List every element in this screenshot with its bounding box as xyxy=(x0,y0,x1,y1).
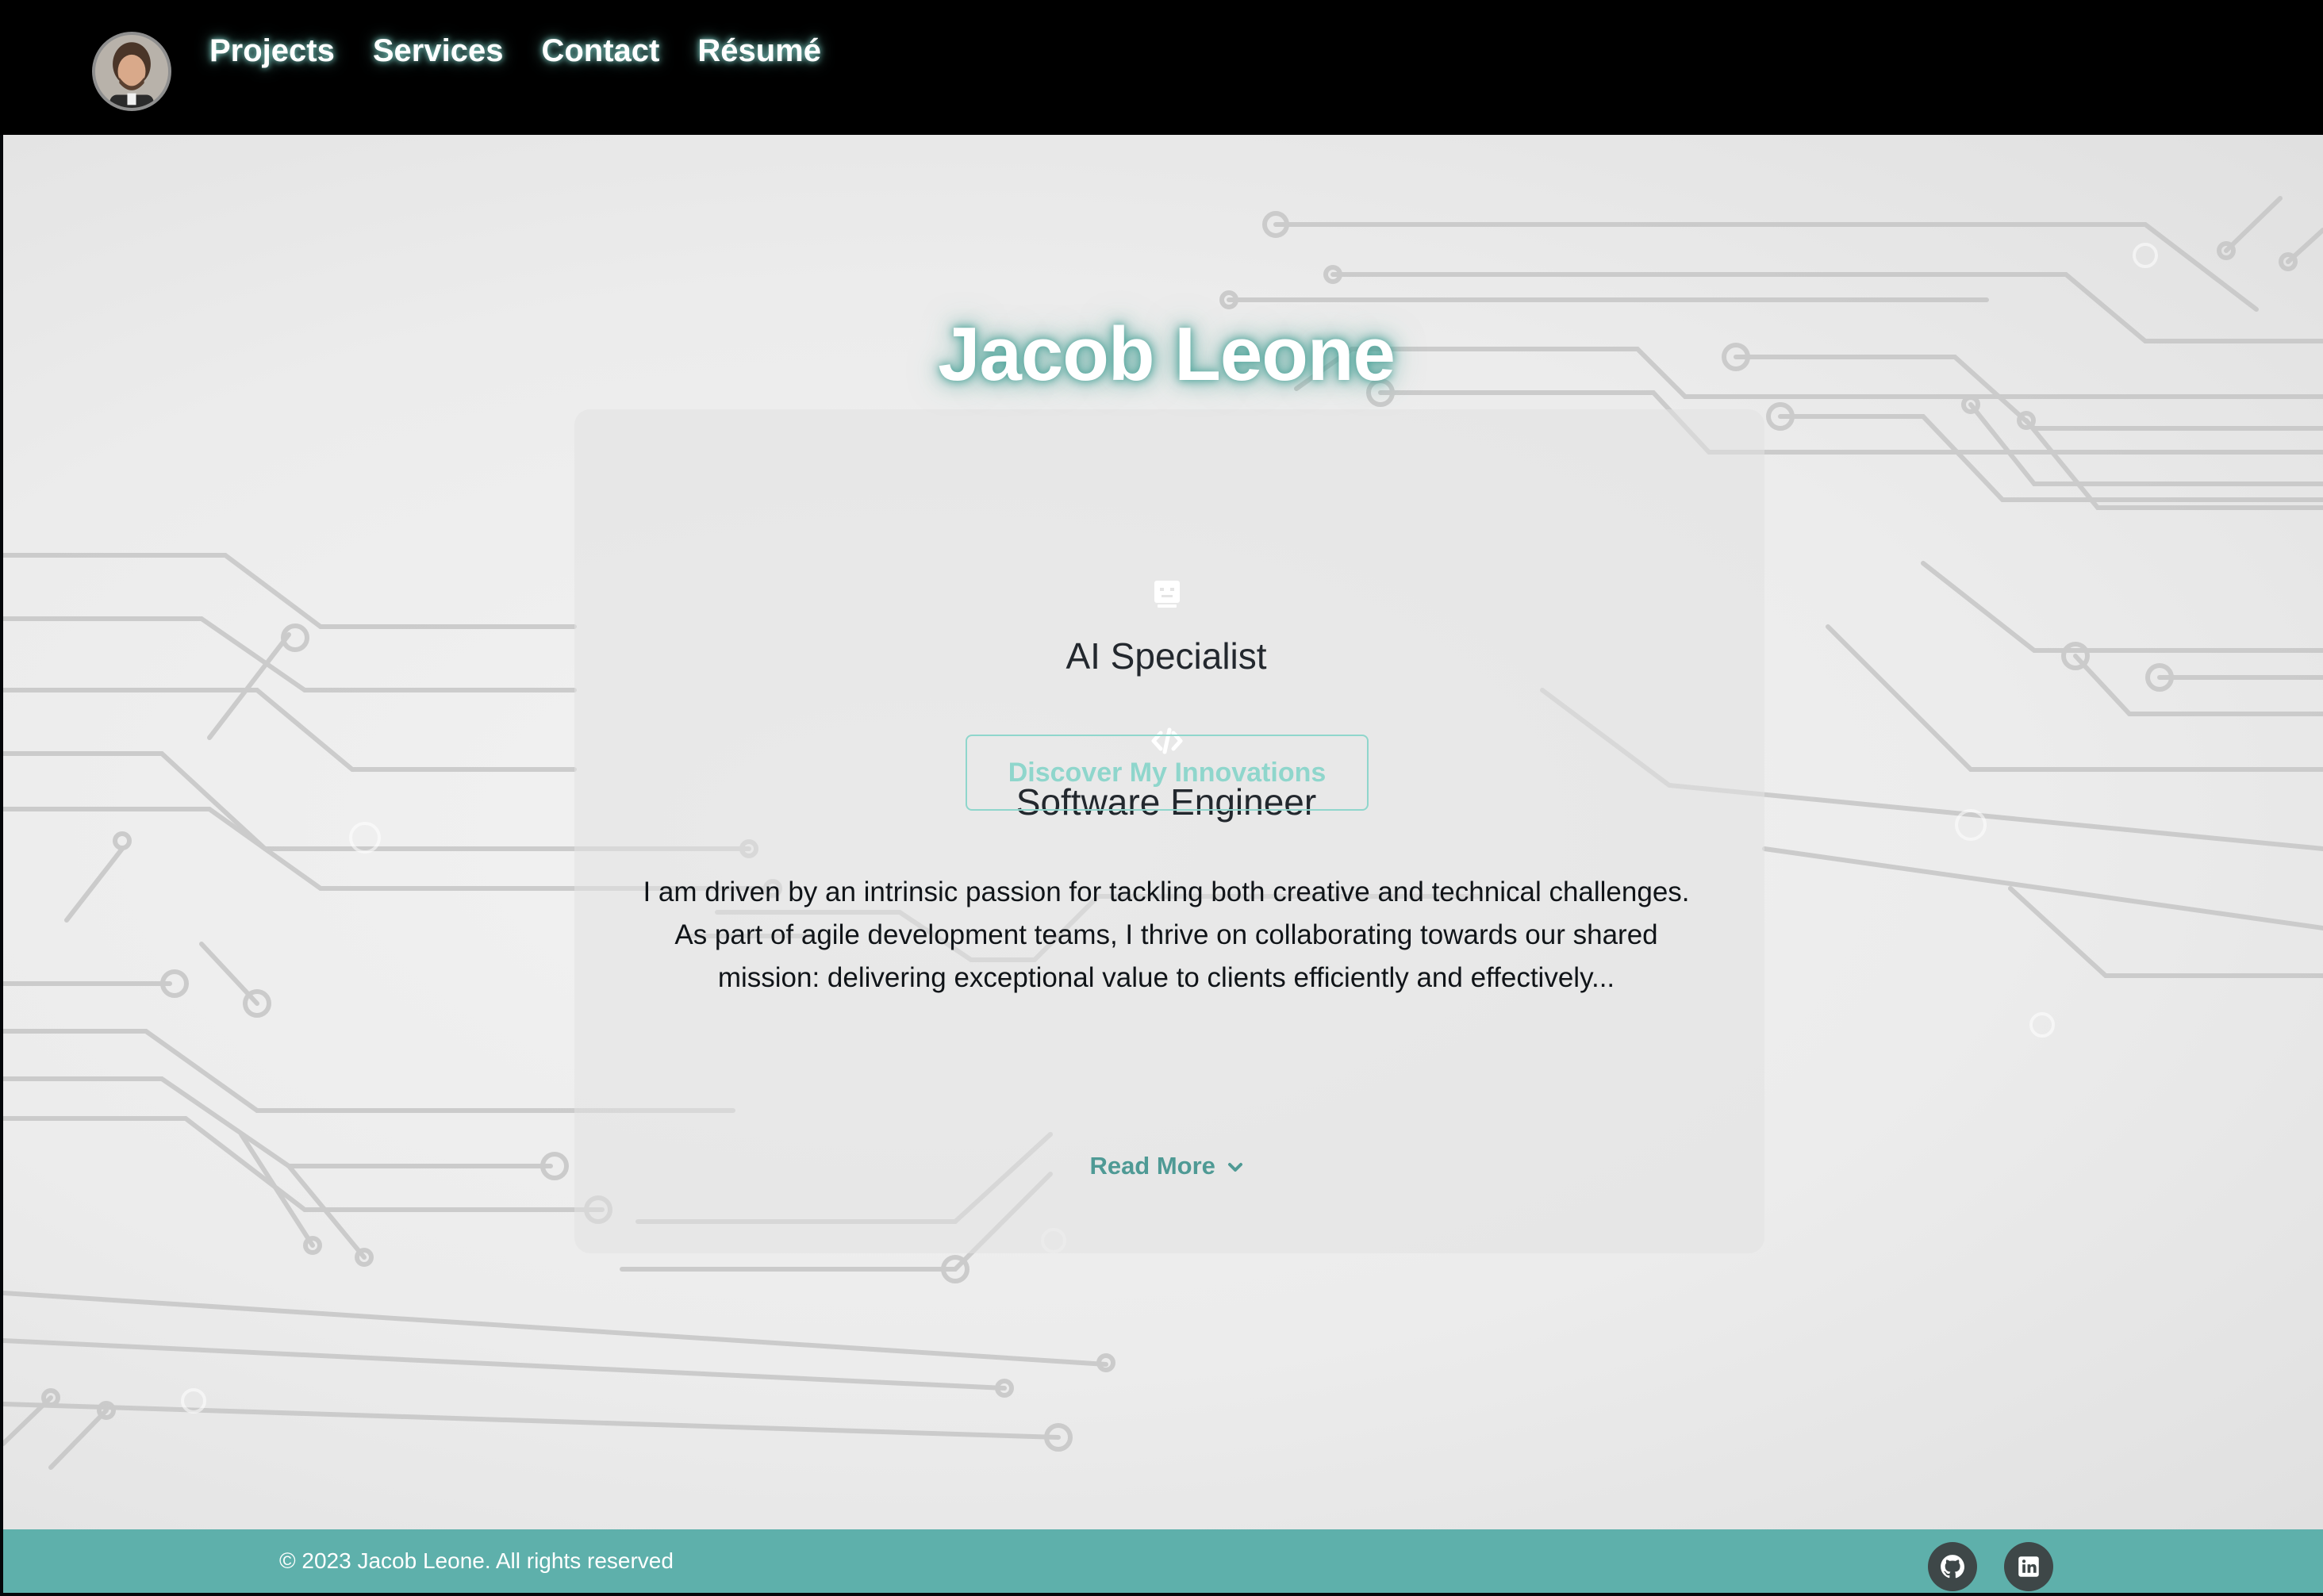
linkedin-icon xyxy=(2018,1556,2039,1577)
browser-viewport: Projects Services Contact Résumé Jacob L… xyxy=(0,0,2323,1596)
bio-line: mission: delivering exceptional value to… xyxy=(717,962,1615,993)
avatar[interactable] xyxy=(92,32,171,111)
discover-innovations-button[interactable]: Discover My Innovations xyxy=(966,735,1369,811)
nav-link-resume[interactable]: Résumé xyxy=(697,33,821,69)
hero-name-heading: Jacob Leone xyxy=(938,312,1396,397)
role-ai-specialist: AI Specialist xyxy=(1066,635,1267,677)
avatar-portrait-icon xyxy=(95,35,168,108)
hero-card xyxy=(574,409,1764,1253)
nav-links: Projects Services Contact Résumé xyxy=(209,33,821,69)
github-icon xyxy=(1941,1555,1965,1579)
github-link[interactable] xyxy=(1928,1542,1977,1591)
bio-line: I am driven by an intrinsic passion for … xyxy=(643,877,1690,907)
footer: © 2023 Jacob Leone. All rights reserved xyxy=(3,1529,2323,1593)
copyright-text: © 2023 Jacob Leone. All rights reserved xyxy=(279,1548,674,1573)
nav-link-services[interactable]: Services xyxy=(373,33,504,69)
read-more-link[interactable]: Read More xyxy=(0,1152,2323,1180)
robot-icon xyxy=(1151,577,1183,609)
bio-line: As part of agile development teams, I th… xyxy=(674,919,1658,950)
nav-link-projects[interactable]: Projects xyxy=(209,33,335,69)
bio-text: I am driven by an intrinsic passion for … xyxy=(603,871,1730,999)
nav-link-contact[interactable]: Contact xyxy=(541,33,659,69)
chevron-down-icon xyxy=(1227,1162,1242,1172)
navbar: Projects Services Contact Résumé xyxy=(0,0,2323,135)
read-more-label: Read More xyxy=(1089,1152,1215,1180)
linkedin-link[interactable] xyxy=(2004,1542,2053,1591)
